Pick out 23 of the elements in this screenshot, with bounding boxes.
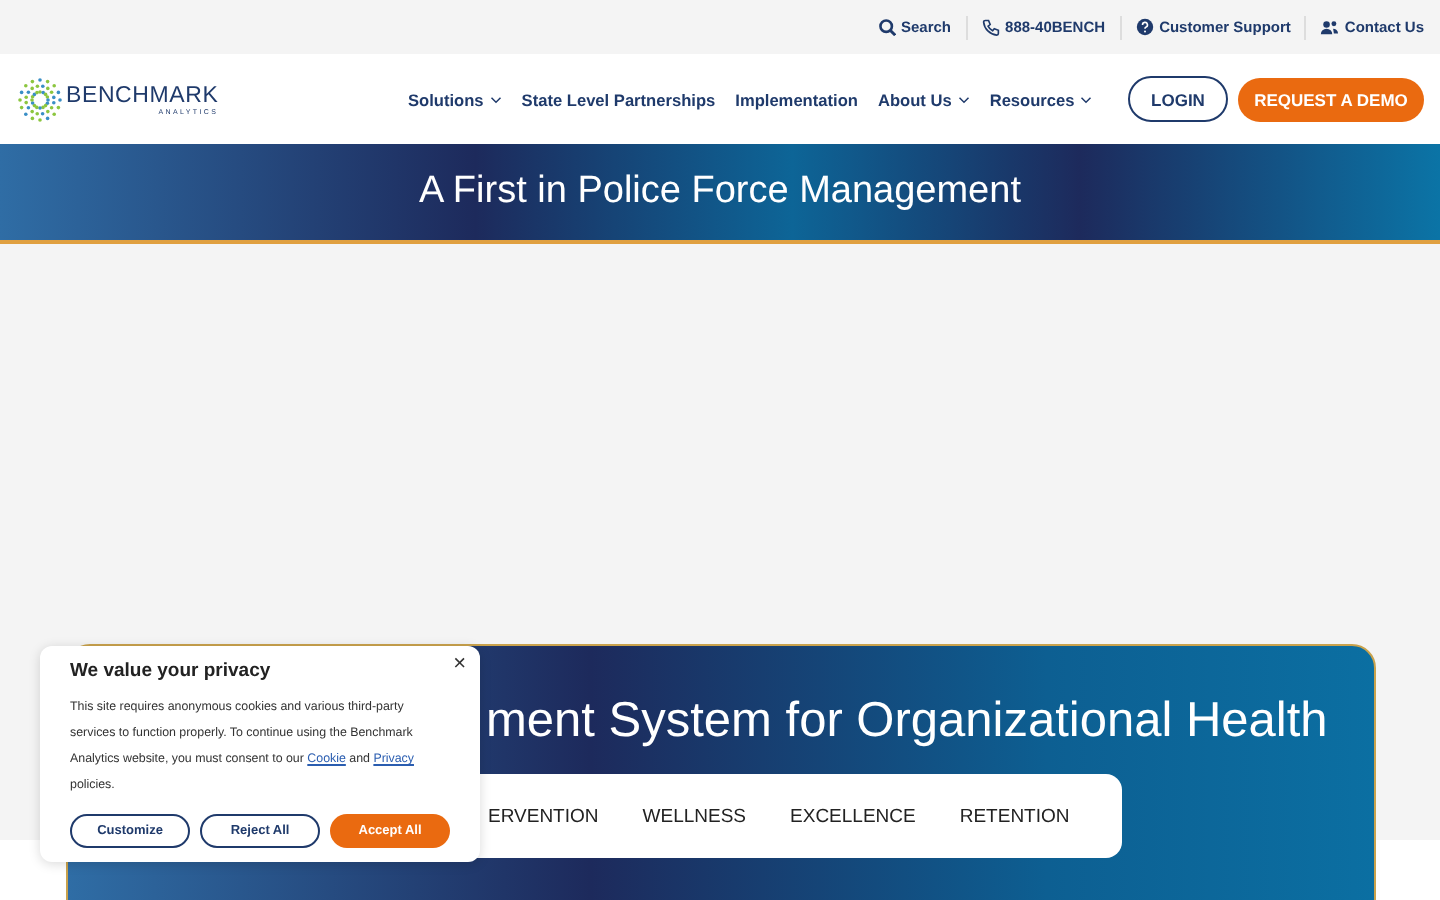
- nav-link[interactable]: Resources: [989, 89, 1093, 109]
- tab-label[interactable]: WELLNESS: [642, 805, 747, 827]
- tab-label[interactable]: EXCELLENCE: [790, 805, 916, 827]
- login-button[interactable]: LOGIN: [1128, 76, 1228, 122]
- close-button[interactable]: ×: [449, 654, 470, 676]
- chevron-icon: [489, 95, 502, 103]
- banner-title: A First in Police Force Management: [419, 170, 1021, 214]
- nav-link[interactable]: State Level Partnerships: [521, 89, 716, 109]
- tab-label[interactable]: ERVENTION: [488, 805, 599, 827]
- tab-label[interactable]: RETENTION: [959, 805, 1070, 827]
- people-icon: [1320, 18, 1339, 36]
- search-icon: [877, 18, 895, 36]
- nav-link[interactable]: Solutions: [408, 89, 502, 109]
- chevron-icon: [1080, 95, 1093, 103]
- logo-icon: [16, 75, 64, 123]
- help-icon: [1135, 18, 1154, 36]
- card-heading: ment System for Organizational Health: [486, 694, 1328, 750]
- nav-link[interactable]: Implementation: [735, 89, 858, 109]
- chevron-icon: [957, 95, 970, 103]
- dialog-title: We value your privacy: [70, 660, 273, 682]
- logo-wordmark: BENCHMARK: [66, 83, 219, 107]
- phone-icon: [981, 18, 1000, 36]
- nav-link[interactable]: About Us: [877, 89, 970, 109]
